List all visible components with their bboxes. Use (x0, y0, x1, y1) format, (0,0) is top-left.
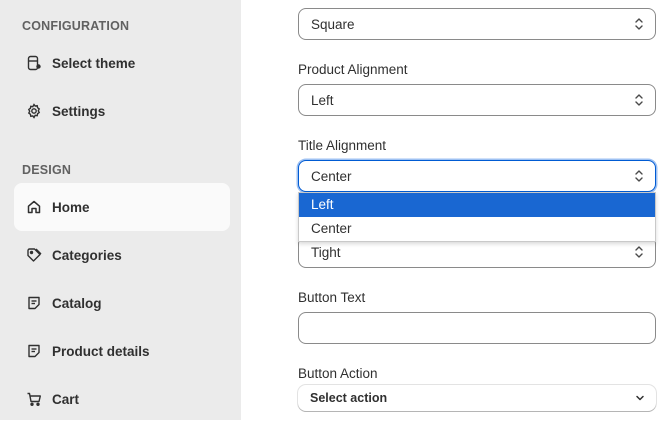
title-alignment-select[interactable]: Center (298, 160, 656, 192)
product-alignment-select[interactable]: Left (298, 84, 656, 116)
sidebar-item-categories[interactable]: Categories (14, 231, 230, 279)
select-value: Tight (311, 244, 341, 260)
select-value: Square (311, 16, 355, 32)
select-value: Center (311, 168, 352, 184)
sidebar-item-select-theme[interactable]: Select theme (14, 39, 230, 87)
page-icon (26, 295, 42, 311)
chevron-up-down-icon (635, 246, 643, 258)
tag-icon (26, 247, 42, 263)
chevron-up-down-icon (635, 94, 643, 106)
title-alignment-label: Title Alignment (298, 138, 387, 153)
sidebar-item-label: Settings (52, 103, 106, 119)
title-alignment-dropdown: Left Center (298, 192, 656, 242)
gear-icon (26, 103, 42, 119)
page-icon (26, 343, 42, 359)
sidebar-item-catalog[interactable]: Catalog (14, 279, 230, 327)
dropdown-option-left[interactable]: Left (299, 193, 655, 217)
sidebar-item-label: Home (52, 199, 90, 215)
chevron-up-down-icon (635, 18, 643, 30)
sidebar-item-settings[interactable]: Settings (14, 87, 230, 135)
sidebar: CONFIGURATION Select theme Settings DESI… (0, 0, 241, 420)
theme-icon (26, 55, 42, 71)
sidebar-item-label: Product details (52, 343, 150, 359)
select-value: Left (311, 92, 334, 108)
image-shape-select[interactable]: Square (298, 8, 656, 40)
chevron-up-down-icon (635, 170, 643, 182)
configuration-heading: CONFIGURATION (22, 19, 130, 33)
product-alignment-label: Product Alignment (298, 62, 408, 77)
sidebar-item-label: Select theme (52, 55, 136, 71)
home-icon (26, 199, 42, 215)
dropdown-option-center[interactable]: Center (299, 217, 655, 241)
sidebar-item-product-details[interactable]: Product details (14, 327, 230, 375)
sidebar-item-label: Catalog (52, 295, 102, 311)
sidebar-item-cart[interactable]: Cart (14, 375, 230, 423)
sidebar-item-label: Cart (52, 391, 80, 407)
select-value: Select action (310, 391, 388, 405)
chevron-down-icon (636, 395, 644, 401)
settings-form: Square Product Alignment Left Title Alig… (241, 0, 666, 420)
design-heading: DESIGN (22, 163, 72, 177)
sidebar-item-home[interactable]: Home (14, 183, 230, 231)
button-action-label: Button Action (298, 366, 378, 381)
cart-icon (26, 391, 42, 407)
sidebar-item-label: Categories (52, 247, 122, 263)
button-text-input[interactable] (298, 312, 656, 344)
button-action-select[interactable]: Select action (298, 385, 656, 411)
button-text-label: Button Text (298, 290, 366, 305)
